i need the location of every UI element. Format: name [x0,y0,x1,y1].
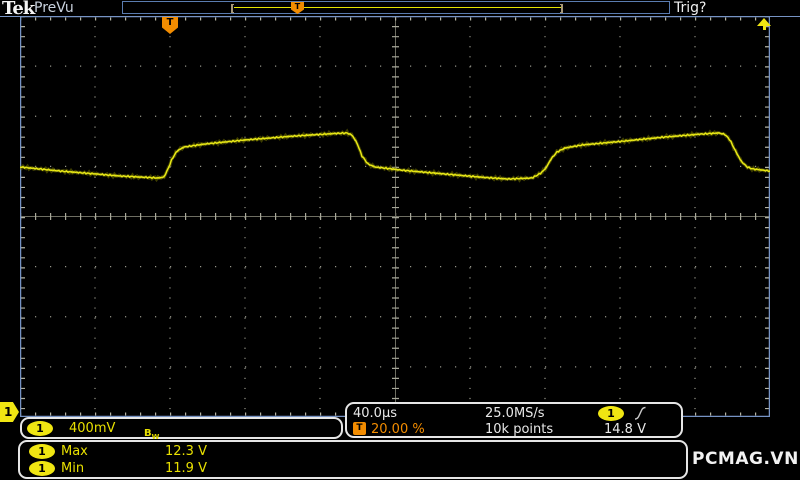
trigger-position-percent-label: 20.00 % [371,422,425,437]
acquisition-window-line [234,7,562,8]
graticule [20,16,770,417]
record-length-label: 10k points [485,422,554,437]
timebase-label: 40.0µs [353,406,397,421]
trigger-level-label: 14.8 V [604,422,646,437]
acquisition-mode-label: PreVu [34,0,74,16]
channel1-readout-box: 1 400mV BW [20,417,343,441]
bandwidth-limit-icon: BW [144,421,159,441]
measurements-box: 1 Max 12.3 V 1 Min 11.9 V [18,440,688,479]
trigger-level-arrow-head [757,18,771,26]
channel1-badge: 1 [27,421,53,436]
acquisition-preview-bar: T [122,1,670,14]
trigger-slope-rising-icon [634,406,646,420]
trigger-level-arrow-stem [762,26,766,30]
measurement-max-channel-badge: 1 [29,444,55,459]
measurement-row-max: 1 Max 12.3 V [20,444,686,460]
trigger-status-label: Trig? [674,0,707,16]
measurement-max-label: Max [61,444,88,459]
trigger-icon: T [353,422,366,435]
trigger-source-badge: 1 [598,406,624,421]
channel1-position-flag: 1 [0,402,19,422]
acquisition-trigger-position-flag-icon: T [291,2,304,14]
bandwidth-limit-b: B [144,428,152,439]
channel1-scale-label: 400mV [69,421,116,436]
measurement-min-label: Min [61,461,85,476]
measurement-min-value: 11.9 V [165,461,207,476]
measurement-row-min: 1 Min 11.9 V [20,461,686,477]
watermark-label: PCMAG.VN [692,449,799,469]
timebase-trigger-readout-box: 40.0µs 25.0MS/s 1 T 20.00 % 10k points 1… [345,402,683,438]
oscilloscope-screen: Tek PreVu Trig? T T 1 1 400mV BW 40.0µs … [0,0,800,480]
measurement-min-channel-badge: 1 [29,461,55,476]
acquisition-window-right-bracket [560,4,563,13]
acquisition-window-left-bracket [231,4,234,13]
trigger-level-arrow-icon [757,18,771,30]
measurement-max-value: 12.3 V [165,444,207,459]
sample-rate-label: 25.0MS/s [485,406,545,421]
